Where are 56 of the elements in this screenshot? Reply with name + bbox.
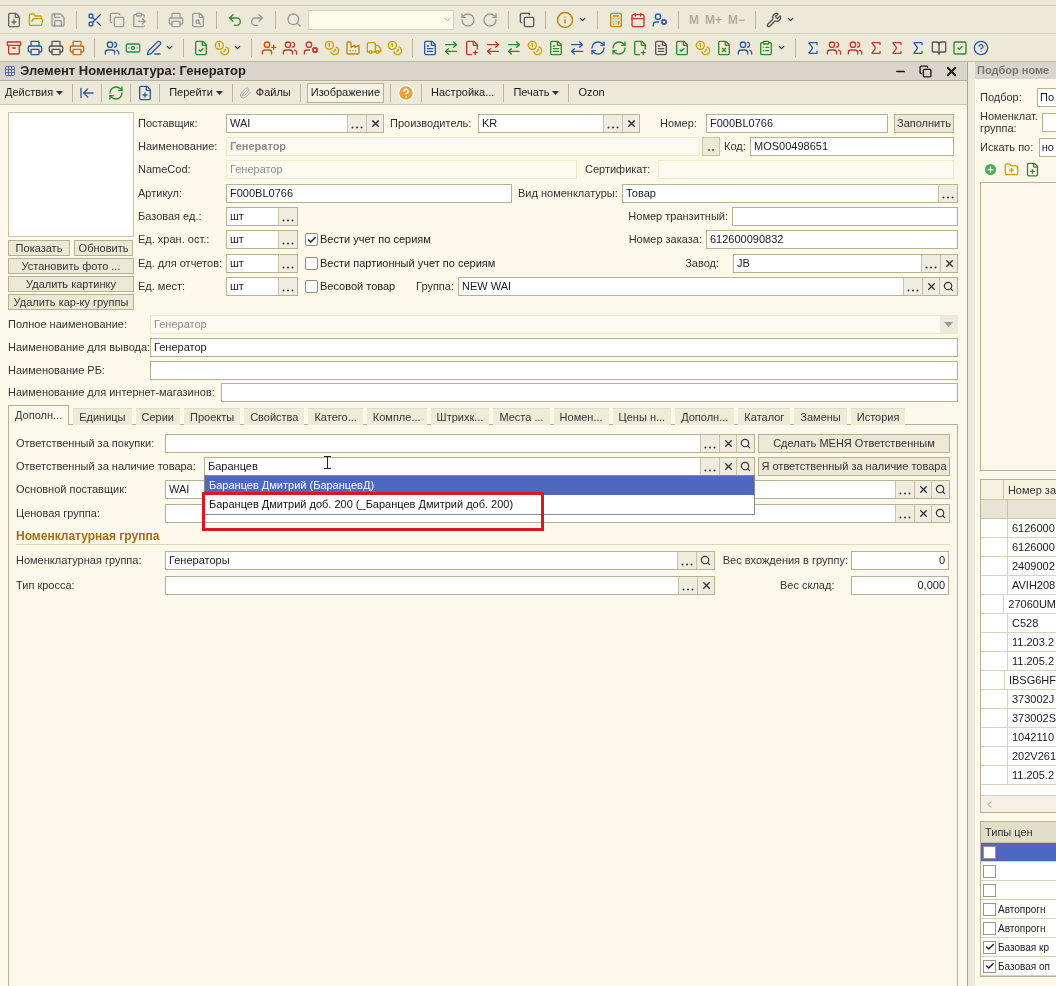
table-cell-text: 6126000: [1011, 540, 1055, 555]
table-cell-text: AVIH208: [1011, 578, 1056, 593]
table-cell-text: C528: [1011, 616, 1039, 631]
field-label: Ед. мест:: [138, 279, 187, 295]
table-cell-text: Автопрогн: [998, 902, 1046, 917]
field-label: Завод:: [685, 255, 719, 271]
field-label: Номенклат. группа:: [980, 110, 1039, 134]
field-label: Основной поставщик:: [16, 482, 128, 498]
field-label: Номер транзитный:: [628, 209, 728, 225]
field-label: Код:: [724, 139, 747, 155]
table-cell-text: 1042110: [1011, 730, 1054, 745]
field-label: Поставщик:: [138, 116, 199, 132]
table-cell-text: 11.205.2: [1011, 654, 1054, 669]
panel-title: Подбор номе: [977, 63, 1050, 79]
field-label: Наименование РБ:: [8, 362, 106, 378]
field-label: Наименование:: [138, 139, 219, 155]
field-label: Артикул:: [138, 185, 184, 201]
field-label: Производитель:: [390, 116, 473, 132]
field-label: Искать по:: [980, 139, 1035, 155]
field-label: Группа:: [416, 279, 454, 295]
field-label: Номенклатурная группа:: [16, 553, 143, 569]
field-label: Ответственный за наличие товара:: [16, 459, 197, 475]
field-label: Номер заказа:: [628, 232, 702, 248]
table-cell-text: 6126000: [1011, 521, 1055, 536]
table-cell-text: Базовая оп: [998, 959, 1050, 974]
checkbox-label: Вести учет по сериям: [320, 232, 431, 248]
table-cell-text: 202V261: [1010, 749, 1056, 764]
checkbox-label: Весовой товар: [320, 279, 396, 295]
field-label: Подбор:: [980, 89, 1023, 105]
field-label: Вес склад:: [780, 577, 835, 593]
table-cell-text: 27060UM: [1007, 597, 1056, 612]
table-cell-text: 2409002: [1011, 559, 1055, 574]
section-title: Номенклатурная группа: [16, 529, 160, 544]
field-label: Номер:: [660, 116, 698, 132]
field-label: Базовая ед.:: [138, 209, 203, 225]
field-label: NameCod:: [138, 162, 192, 178]
table-cell-text: Базовая кр: [998, 940, 1049, 955]
field-label: Ед. для отчетов:: [138, 255, 224, 271]
field-label: Вид номенклатуры:: [518, 185, 619, 201]
table-cell-text: IBSG6HF: [1007, 673, 1056, 688]
field-label: Ответственный за покупки:: [16, 436, 156, 452]
field-label: Ед. хран. ост.:: [138, 232, 211, 248]
field-label: Наименование для вывода:: [8, 340, 150, 356]
table-cell-text: 11.205.2: [1011, 768, 1054, 783]
table-cell-text: 11.203.2: [1011, 635, 1054, 650]
field-label: Вес вхождения в группу:: [722, 553, 848, 569]
field-label: Сертификат:: [585, 162, 652, 178]
table-cell-text: 373002J: [1011, 692, 1055, 707]
window-title: Элемент Номенклатура: Генератор: [20, 62, 247, 81]
field-label: Наименование для интернет-магазинов:: [8, 384, 216, 400]
field-label: Полное наименование:: [8, 316, 128, 332]
table-cell-text: Автопрогн: [998, 921, 1046, 936]
table-cell-text: 373002S: [1010, 711, 1056, 726]
field-label: Тип кросса:: [16, 577, 76, 593]
checkbox-label: Вести партионный учет по сериям: [320, 255, 496, 271]
field-label: Ценовая группа:: [16, 505, 101, 521]
